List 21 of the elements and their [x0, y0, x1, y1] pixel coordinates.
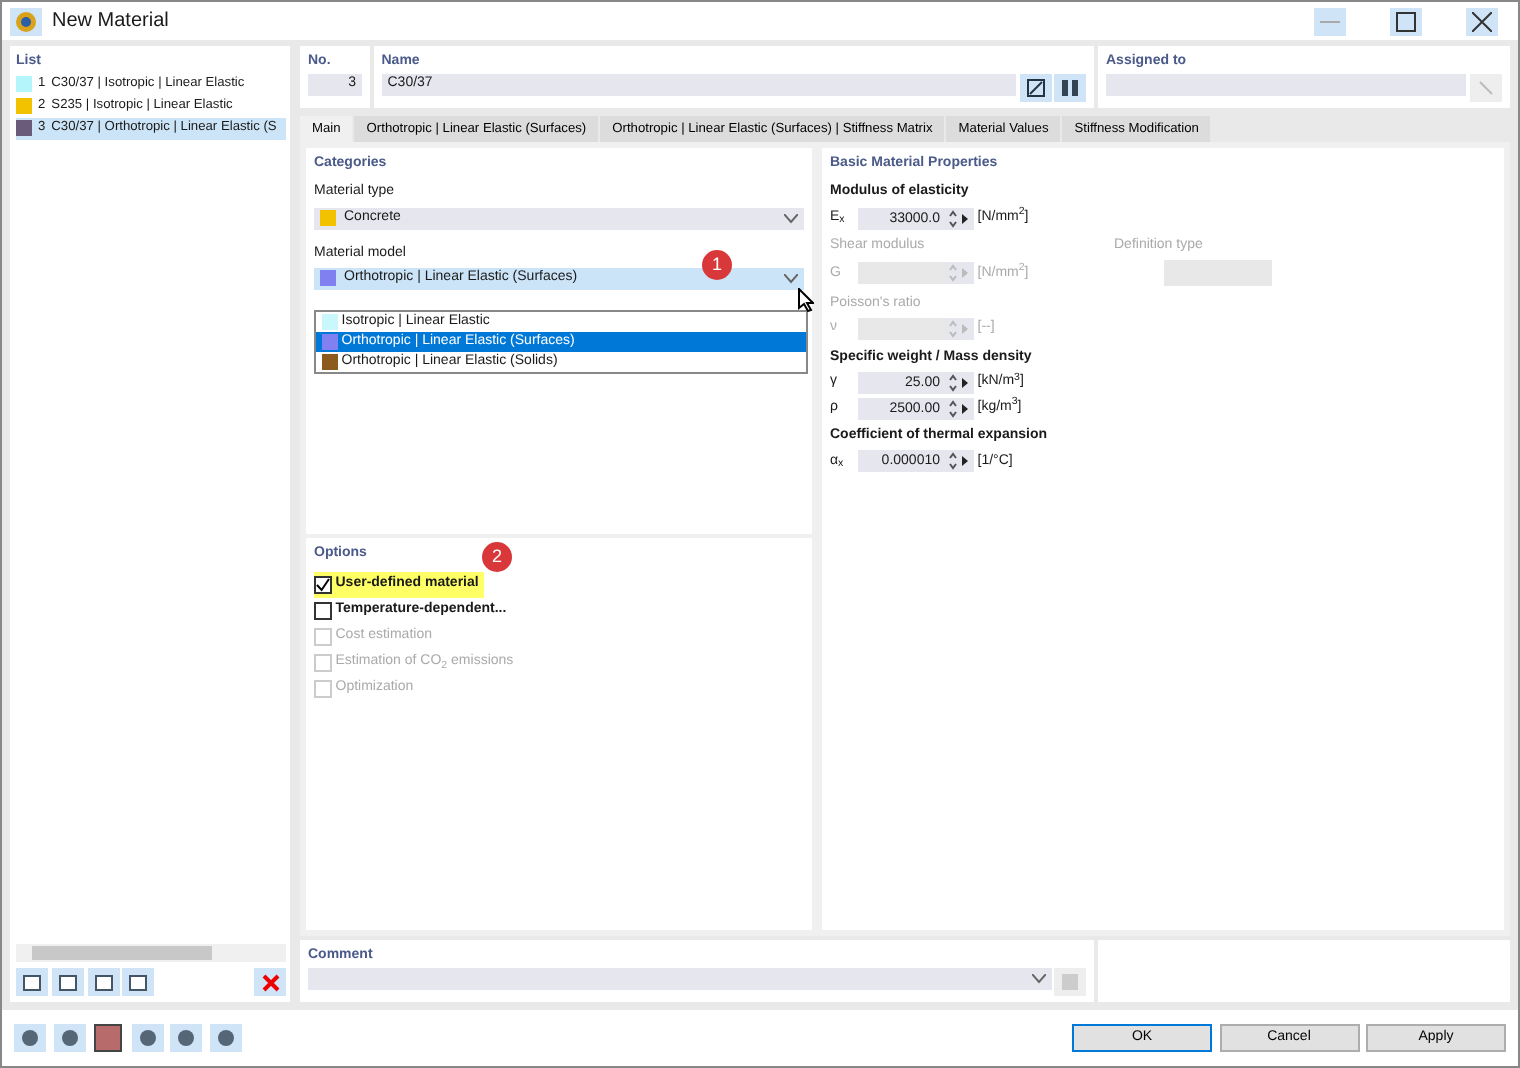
delete-icon[interactable] — [254, 968, 286, 996]
window-title: New Material — [52, 8, 169, 36]
app-icon — [10, 7, 42, 35]
edit-icon[interactable] — [1019, 73, 1051, 101]
callout-badge: 2 — [482, 542, 512, 573]
spinner-icon[interactable] — [946, 207, 974, 230]
caret-icon — [784, 213, 798, 224]
spinner-icon[interactable] — [946, 397, 974, 420]
assigned-field[interactable] — [1106, 73, 1467, 95]
checkbox[interactable] — [314, 602, 332, 621]
callout-badge: 1 — [702, 250, 732, 281]
caret-icon — [784, 273, 798, 284]
color-swatch-icon[interactable] — [92, 1024, 124, 1052]
comment-field[interactable] — [308, 967, 1051, 989]
spinner-icon[interactable] — [946, 450, 974, 473]
spinner-icon[interactable] — [946, 371, 974, 394]
caret-icon — [1031, 973, 1045, 983]
close-icon[interactable] — [1466, 7, 1498, 35]
checkbox[interactable] — [314, 576, 332, 595]
maximize-icon[interactable] — [1390, 7, 1422, 35]
horizontal-scrollbar[interactable] — [16, 944, 286, 962]
